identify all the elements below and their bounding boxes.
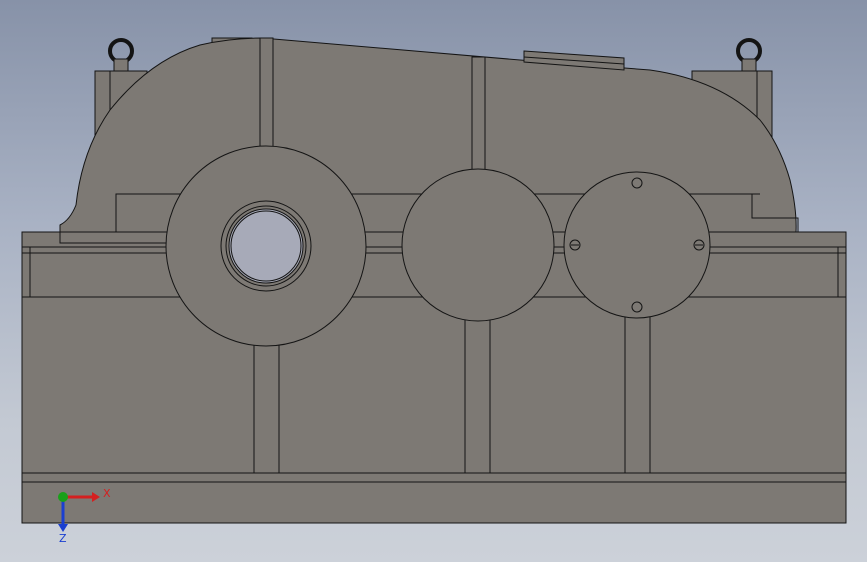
axis-z-label: Z xyxy=(59,532,67,545)
input-bearing-housing[interactable] xyxy=(165,145,367,347)
output-bearing-cover[interactable] xyxy=(563,171,711,319)
housing-rib-3 xyxy=(624,296,651,474)
gearbox-model[interactable]: X Z xyxy=(0,0,867,562)
axis-x-label: X xyxy=(103,487,111,500)
intermediate-bearing-housing[interactable] xyxy=(401,168,555,322)
housing-rib-2 xyxy=(464,296,491,474)
cad-viewport[interactable]: X Z xyxy=(0,0,867,562)
flange-lip-left xyxy=(59,231,181,244)
base-plate[interactable] xyxy=(21,472,847,524)
